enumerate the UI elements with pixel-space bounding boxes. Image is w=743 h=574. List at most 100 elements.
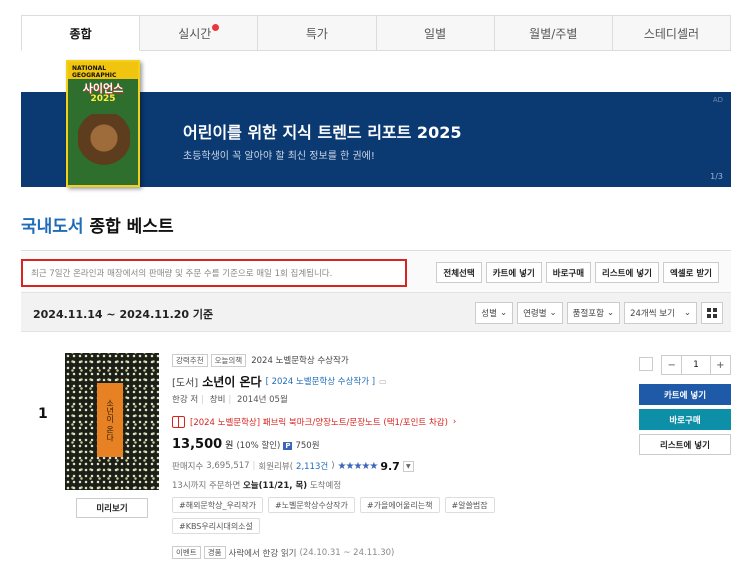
promo-banner[interactable]: NATIONAL GEOGRAPHIC 사이언스 2025 어린이를 위한 지식… xyxy=(21,60,731,187)
book-year: 2025 xyxy=(90,94,116,104)
chevron-down-icon: ⌄ xyxy=(499,308,508,318)
tab-special[interactable]: 특가 xyxy=(258,15,377,51)
delivery-suffix: 도착예정 xyxy=(309,481,342,491)
tab-label: 실시간 xyxy=(178,26,212,41)
preview-button[interactable]: 미리보기 xyxy=(76,498,148,518)
ad-label: AD xyxy=(712,96,723,104)
page-title: 국내도서 종합 베스트 xyxy=(21,212,174,237)
hashtag[interactable]: #알쓸범잡 xyxy=(444,497,495,513)
hashtag[interactable]: #해외문학상_우리작가 xyxy=(172,497,263,513)
hashtag[interactable]: #KBS우리시대의소설 xyxy=(172,518,260,534)
select-all-button[interactable]: 전체선택 xyxy=(436,262,482,283)
add-to-cart-button[interactable]: 카트에 넣기 xyxy=(639,384,731,405)
tag-badge: 오늘의책 xyxy=(210,353,247,367)
tab-label: 스테디셀러 xyxy=(643,26,700,41)
banner-title: 어린이를 위한 지식 트렌드 리포트 2025 xyxy=(183,123,462,142)
banner-page-indicator: 1/3 xyxy=(710,172,723,181)
book-subtitle: [ 2024 노벨문학상 수상작가 ] xyxy=(265,377,376,387)
discount-rate: (10% 할인) xyxy=(236,441,281,451)
quantity-stepper: − 1 + xyxy=(661,355,731,375)
chevron-right-icon: › xyxy=(452,417,457,427)
gender-filter[interactable]: 성별 ⌄ xyxy=(475,302,514,324)
hashtag-list: #해외문학상_우리작가 #노벨문학상수상작가 #가을에어울리는책 #알쓸범잡 #… xyxy=(172,497,552,534)
rank-number: 1 xyxy=(38,406,48,422)
sale-price: 13,500 xyxy=(172,437,223,452)
book-brand: NATIONAL GEOGRAPHIC xyxy=(72,65,117,79)
tab-daily[interactable]: 일별 xyxy=(376,15,495,51)
price-line: 13,500 원 (10% 할인) P 750원 xyxy=(172,437,612,453)
book-category: [도서] xyxy=(172,377,199,389)
gift-icon xyxy=(172,416,185,428)
page-size-select[interactable]: 24개씩 보기 ⌄ xyxy=(624,302,697,324)
author-line: 한강 저 | 창비 | 2014년 05월 xyxy=(172,395,288,405)
points-icon: P xyxy=(283,442,293,450)
chevron-down-icon[interactable]: ▼ xyxy=(402,460,414,472)
decrease-button[interactable]: − xyxy=(662,356,681,374)
tab-monthly-weekly[interactable]: 월별/주별 xyxy=(494,15,613,51)
filter-label: 성별 xyxy=(481,309,497,319)
gift-text: [2024 노벨문학상] 패브릭 북마크/양장노트/문장노트 (택1/포인트 차… xyxy=(190,418,448,428)
publish-date: 2014년 05월 xyxy=(236,395,288,405)
price-unit: 원 xyxy=(225,441,234,451)
book-cover-image[interactable]: 소년이 온다 xyxy=(65,353,159,490)
review-label: 회원리뷰( xyxy=(258,462,294,472)
review-count[interactable]: 2,113건 xyxy=(296,460,328,472)
stats-line: 판매지수 3,695,517 | 회원리뷰(2,113건) ★★★★★ 9.7 … xyxy=(172,459,612,473)
tab-steady-seller[interactable]: 스테디셀러 xyxy=(612,15,732,51)
hashtag[interactable]: #노벨문학상수상작가 xyxy=(267,497,355,513)
title-label: 종합 베스트 xyxy=(89,217,174,237)
aggregation-notice: 최근 7일간 온라인과 매장에서의 판매량 및 주문 수를 기준으로 매일 1회… xyxy=(21,259,407,287)
delivery-date: 오늘(11/21, 목) xyxy=(242,481,308,491)
filter-label: 24개씩 보기 xyxy=(630,309,675,319)
bulk-actions: 전체선택 카트에 넣기 바로구매 리스트에 넣기 엑셀로 받기 xyxy=(436,262,719,283)
filter-label: 연령별 xyxy=(523,309,547,319)
delivery-prefix: 13시까지 주문하면 xyxy=(172,481,241,491)
external-link-icon[interactable]: ▭ xyxy=(379,377,387,386)
add-to-cart-all-button[interactable]: 카트에 넣기 xyxy=(485,262,542,283)
event-line[interactable]: 이벤트 경품 사락에서 한강 읽기 (24.10.31 ~ 24.11.30) xyxy=(172,546,612,559)
sales-index: 3,695,517 xyxy=(206,461,250,471)
author-name[interactable]: 한강 xyxy=(172,395,188,405)
item-checkbox[interactable] xyxy=(639,357,653,371)
book-title[interactable]: 소년이 온다 xyxy=(202,373,261,390)
cover-title: 소년이 온다 xyxy=(97,383,123,457)
event-text: 사락에서 한강 읽기 xyxy=(228,548,297,559)
soldout-filter[interactable]: 품절포함 ⌄ xyxy=(566,302,621,324)
buy-now-button[interactable]: 바로구매 xyxy=(639,409,731,430)
tab-label: 특가 xyxy=(305,26,328,41)
age-filter[interactable]: 연령별 ⌄ xyxy=(517,302,563,324)
notice-toolbar: 최근 7일간 온라인과 매장에서의 판매량 및 주문 수를 기준으로 매일 1회… xyxy=(21,250,731,292)
tab-overall[interactable]: 종합 xyxy=(21,15,141,51)
hashtag[interactable]: #가을에어울리는책 xyxy=(359,497,440,513)
book-info: 강력추천 오늘의책 2024 노벨문학상 수상작가 [도서] 소년이 온다 [ … xyxy=(172,353,612,559)
author-role: 저 xyxy=(190,395,199,405)
grid-view-icon[interactable] xyxy=(701,302,723,324)
bestseller-tabs: 종합 실시간 특가 일별 월별/주별 스테디셀러 xyxy=(21,15,732,51)
publisher[interactable]: 창비 xyxy=(210,395,226,405)
banner-book-cover: NATIONAL GEOGRAPHIC 사이언스 2025 xyxy=(66,60,140,187)
star-rating-icon: ★★★★★ xyxy=(337,460,379,472)
quantity-value[interactable]: 1 xyxy=(681,356,711,374)
filters: 성별 ⌄ 연령별 ⌄ 품절포함 ⌄ 24개씩 보기 ⌄ xyxy=(475,302,723,324)
add-to-list-all-button[interactable]: 리스트에 넣기 xyxy=(595,262,659,283)
event-dates: (24.10.31 ~ 24.11.30) xyxy=(299,547,395,558)
dinosaur-illustration xyxy=(78,114,130,174)
tag-badge: 강력추천 xyxy=(172,353,208,367)
gift-promo[interactable]: [2024 노벨문학상] 패브릭 북마크/양장노트/문장노트 (택1/포인트 차… xyxy=(172,415,612,429)
date-filter-bar: 2024.11.14 ~ 2024.11.20 기준 성별 ⌄ 연령별 ⌄ 품절포함… xyxy=(21,292,731,332)
export-excel-button[interactable]: 엑셀로 받기 xyxy=(662,262,719,283)
increase-button[interactable]: + xyxy=(711,356,730,374)
chevron-down-icon: ⌄ xyxy=(683,308,691,318)
rating-score: 9.7 xyxy=(380,459,400,473)
book-tags: 강력추천 오늘의책 2024 노벨문학상 수상작가 xyxy=(172,353,612,367)
date-range: 2024.11.14 ~ 2024.11.20 기준 xyxy=(33,308,214,321)
book-title-line: [도서] 소년이 온다 [ 2024 노벨문학상 수상작가 ] ▭ xyxy=(172,373,612,389)
chevron-down-icon: ⌄ xyxy=(549,308,557,318)
category-label[interactable]: 국내도서 xyxy=(21,217,84,237)
tag-text: 2024 노벨문학상 수상작가 xyxy=(251,356,349,366)
tab-realtime[interactable]: 실시간 xyxy=(140,15,259,51)
tab-label: 월별/주별 xyxy=(529,26,578,41)
add-to-list-button[interactable]: 리스트에 넣기 xyxy=(639,434,731,455)
review-close: ) xyxy=(331,461,335,471)
buy-now-all-button[interactable]: 바로구매 xyxy=(545,262,592,283)
